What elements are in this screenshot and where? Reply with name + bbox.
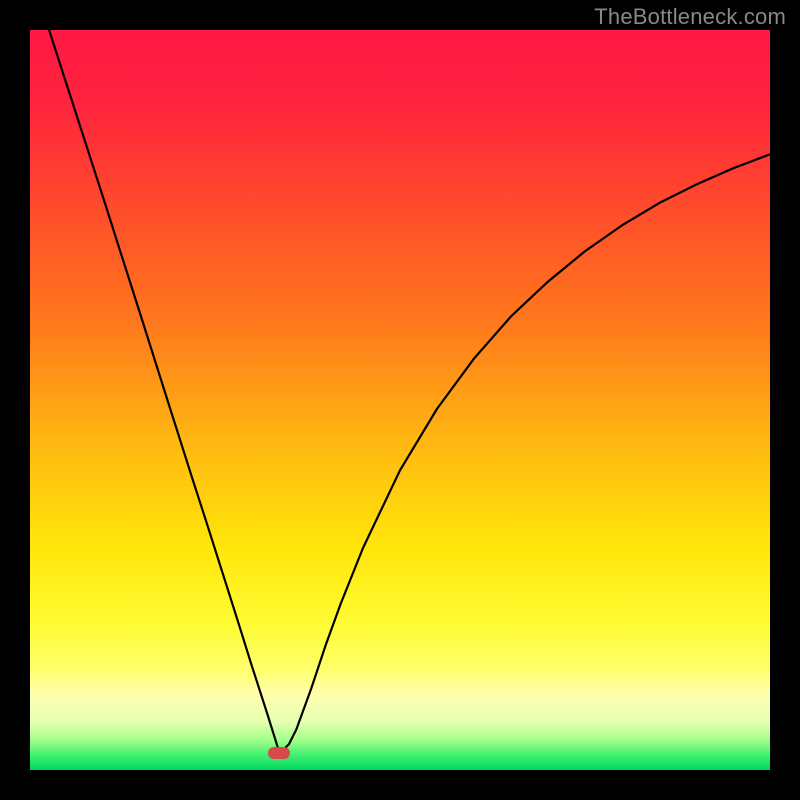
- optimal-point-marker: [268, 747, 290, 759]
- watermark-text: TheBottleneck.com: [594, 4, 786, 30]
- chart-plot-area: [30, 30, 770, 770]
- chart-background: [30, 30, 770, 770]
- chart-svg: [30, 30, 770, 770]
